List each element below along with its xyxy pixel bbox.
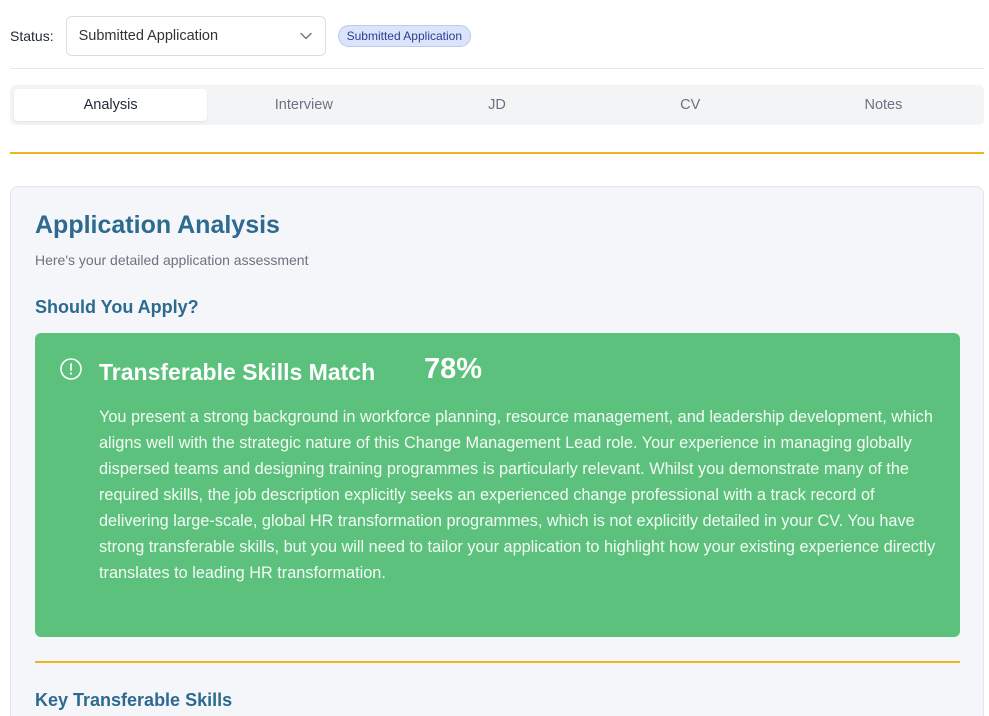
accent-divider	[10, 152, 984, 154]
tab-interview[interactable]: Interview	[207, 89, 400, 121]
tab-bar: Analysis Interview JD CV Notes	[10, 85, 984, 125]
status-row: Status: Submitted Application Submitted …	[10, 16, 471, 56]
chevron-down-icon	[299, 29, 313, 43]
should-apply-heading: Should You Apply?	[35, 297, 199, 317]
status-select-value: Submitted Application	[78, 28, 219, 44]
tab-analysis[interactable]: Analysis	[14, 89, 208, 121]
match-percentage: 78%	[424, 353, 483, 385]
alert-circle-icon	[59, 357, 83, 381]
status-badge: Submitted Application	[337, 25, 471, 47]
tab-notes[interactable]: Notes	[787, 89, 980, 121]
match-title: Transferable Skills Match	[99, 359, 376, 385]
section-divider	[35, 661, 960, 663]
key-skills-heading: Key Transferable Skills	[35, 690, 233, 710]
analysis-card: Application Analysis Here's your detaile…	[10, 186, 984, 716]
tab-cv[interactable]: CV	[594, 89, 787, 121]
match-description: You present a strong background in workf…	[99, 408, 936, 582]
page-subtitle: Here's your detailed application assessm…	[35, 252, 309, 268]
match-result-panel: Transferable Skills Match 78% You presen…	[35, 333, 960, 637]
status-select[interactable]: Submitted Application	[65, 16, 326, 56]
page-title: Application Analysis	[35, 211, 280, 239]
tab-jd[interactable]: JD	[400, 89, 593, 121]
divider	[10, 68, 984, 69]
status-label: Status:	[10, 28, 54, 44]
